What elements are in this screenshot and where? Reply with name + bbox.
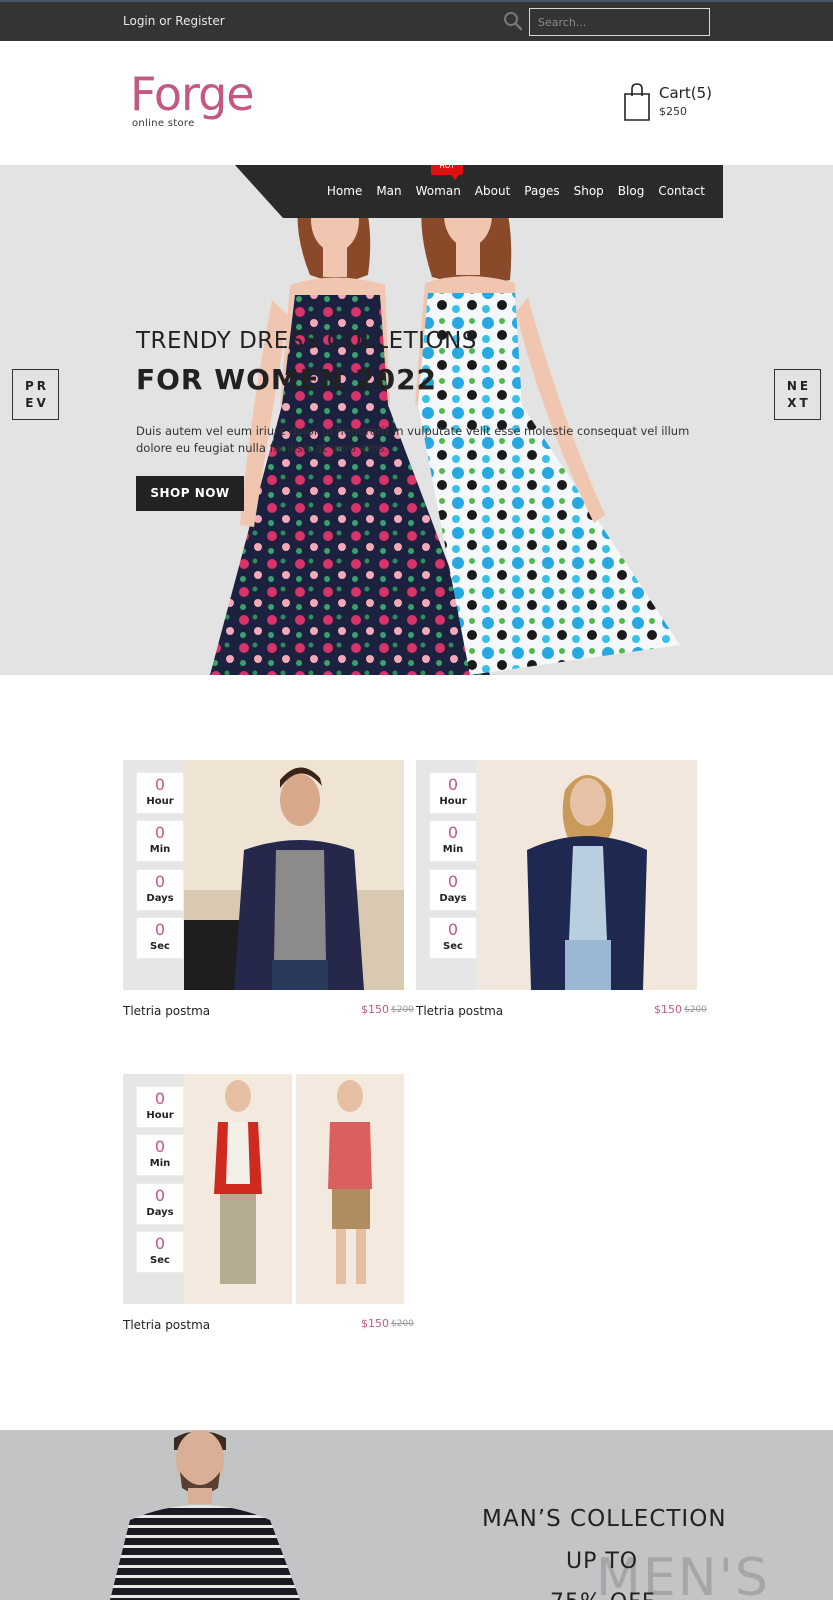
login-register-link[interactable]: Login or Register: [123, 14, 225, 28]
countdown-value: 0: [447, 823, 459, 842]
product-price: $150: [654, 1003, 682, 1016]
prev-label: PR EV: [24, 378, 50, 410]
logo-text: Forge: [130, 67, 255, 121]
nav-item-about[interactable]: About: [475, 184, 510, 198]
countdown-unit: Days: [439, 893, 467, 904]
product-price: $150: [361, 1317, 389, 1330]
countdown-unit: Days: [146, 893, 174, 904]
hero-models-image: [210, 169, 680, 675]
collection-title: MAN’S COLLECTION: [482, 1506, 727, 1532]
nav-item-woman[interactable]: Woman: [416, 184, 461, 198]
nav-item-shop[interactable]: Shop: [574, 184, 604, 198]
countdown-value: 0: [154, 1186, 166, 1205]
product-image-man: [184, 760, 404, 990]
collection-banner[interactable]: MEN'S MAN’S COLLECTION UP TO 75% OFF: [0, 1430, 833, 1600]
product-name[interactable]: Tletria postma: [416, 1004, 503, 1018]
countdown-days: 0 Days: [136, 1183, 184, 1225]
countdown-value: 0: [447, 872, 459, 891]
slider-next-button[interactable]: NE XT: [774, 369, 821, 420]
countdown-unit: Min: [442, 844, 464, 855]
countdown-unit: Days: [146, 1207, 174, 1218]
nav-item-contact[interactable]: Contact: [658, 184, 705, 198]
site-header: Forge online store Cart(5) $250: [0, 41, 833, 165]
countdown-value: 0: [154, 1089, 166, 1108]
product-old-price: $200: [684, 1005, 707, 1015]
countdown-unit: Min: [149, 1158, 171, 1169]
countdown-unit: Min: [149, 844, 171, 855]
countdown-value: 0: [154, 823, 166, 842]
countdown-min: 0 Min: [136, 820, 184, 862]
cart-total: $250: [659, 105, 687, 118]
slider-prev-button[interactable]: PR EV: [12, 369, 59, 420]
next-label: NE XT: [786, 378, 812, 410]
search-icon[interactable]: [503, 11, 523, 31]
countdown-unit: Hour: [146, 796, 174, 807]
search-input[interactable]: [529, 8, 710, 36]
product-name[interactable]: Tletria postma: [123, 1318, 210, 1332]
shop-now-button[interactable]: SHOP NOW: [136, 476, 244, 511]
nav-item-home[interactable]: Home: [327, 184, 362, 198]
collection-up-to: UP TO: [566, 1549, 639, 1574]
countdown-value: 0: [447, 920, 459, 939]
nav-item-pages[interactable]: Pages: [524, 184, 559, 198]
countdown-sec: 0 Sec: [136, 1231, 184, 1273]
hero-slider: Home Man Woman About Pages Shop Blog Con…: [0, 165, 833, 675]
countdown-unit: Sec: [150, 1255, 170, 1266]
top-bar: Login or Register: [0, 0, 833, 41]
countdown-value: 0: [447, 775, 459, 794]
countdown-hour: 0 Hour: [429, 772, 477, 814]
countdown-min: 0 Min: [429, 820, 477, 862]
product-old-price: $200: [391, 1005, 414, 1015]
nav-item-man[interactable]: Man: [376, 184, 401, 198]
countdown-value: 0: [154, 872, 166, 891]
countdown-value: 0: [154, 1234, 166, 1253]
product-price: $150: [361, 1003, 389, 1016]
countdown-unit: Hour: [146, 1110, 174, 1121]
countdown-unit: Hour: [439, 796, 467, 807]
countdown-value: 0: [154, 775, 166, 794]
product-name[interactable]: Tletria postma: [123, 1004, 210, 1018]
hero-title: FOR WOMEN 2022: [136, 363, 438, 396]
nav-item-blog[interactable]: Blog: [618, 184, 645, 198]
product-image-woman: [477, 760, 697, 990]
main-nav: Home Man Woman About Pages Shop Blog Con…: [235, 165, 723, 218]
countdown-value: 0: [154, 1137, 166, 1156]
logo-tagline: online store: [132, 118, 195, 129]
product-image-kids: [184, 1074, 404, 1304]
countdown-days: 0 Days: [429, 869, 477, 911]
countdown-value: 0: [154, 920, 166, 939]
countdown-hour: 0 Hour: [136, 1086, 184, 1128]
cart-label[interactable]: Cart(5): [659, 84, 712, 102]
countdown-days: 0 Days: [136, 869, 184, 911]
countdown-unit: Sec: [150, 941, 170, 952]
hot-badge: HOT: [431, 165, 463, 180]
countdown-hour: 0 Hour: [136, 772, 184, 814]
collection-discount: 75% OFF: [550, 1590, 656, 1600]
hero-description: Duis autem vel eum iriure dolor in hendr…: [136, 424, 690, 455]
product-image-frame: 0 Hour 0 Min 0 Days 0 Sec: [416, 760, 697, 990]
countdown-sec: 0 Sec: [136, 917, 184, 959]
product-image-frame: 0 Hour 0 Min 0 Days 0 Sec: [123, 1074, 404, 1304]
product-image-frame: 0 Hour 0 Min 0 Days 0 Sec: [123, 760, 404, 990]
product-old-price: $200: [391, 1319, 414, 1329]
countdown-min: 0 Min: [136, 1134, 184, 1176]
hero-subtitle: TRENDY DRESS COLLETIONS: [136, 328, 477, 354]
countdown-unit: Sec: [443, 941, 463, 952]
man-model-image: [110, 1430, 300, 1600]
countdown-sec: 0 Sec: [429, 917, 477, 959]
shopping-bag-icon[interactable]: [623, 82, 651, 122]
